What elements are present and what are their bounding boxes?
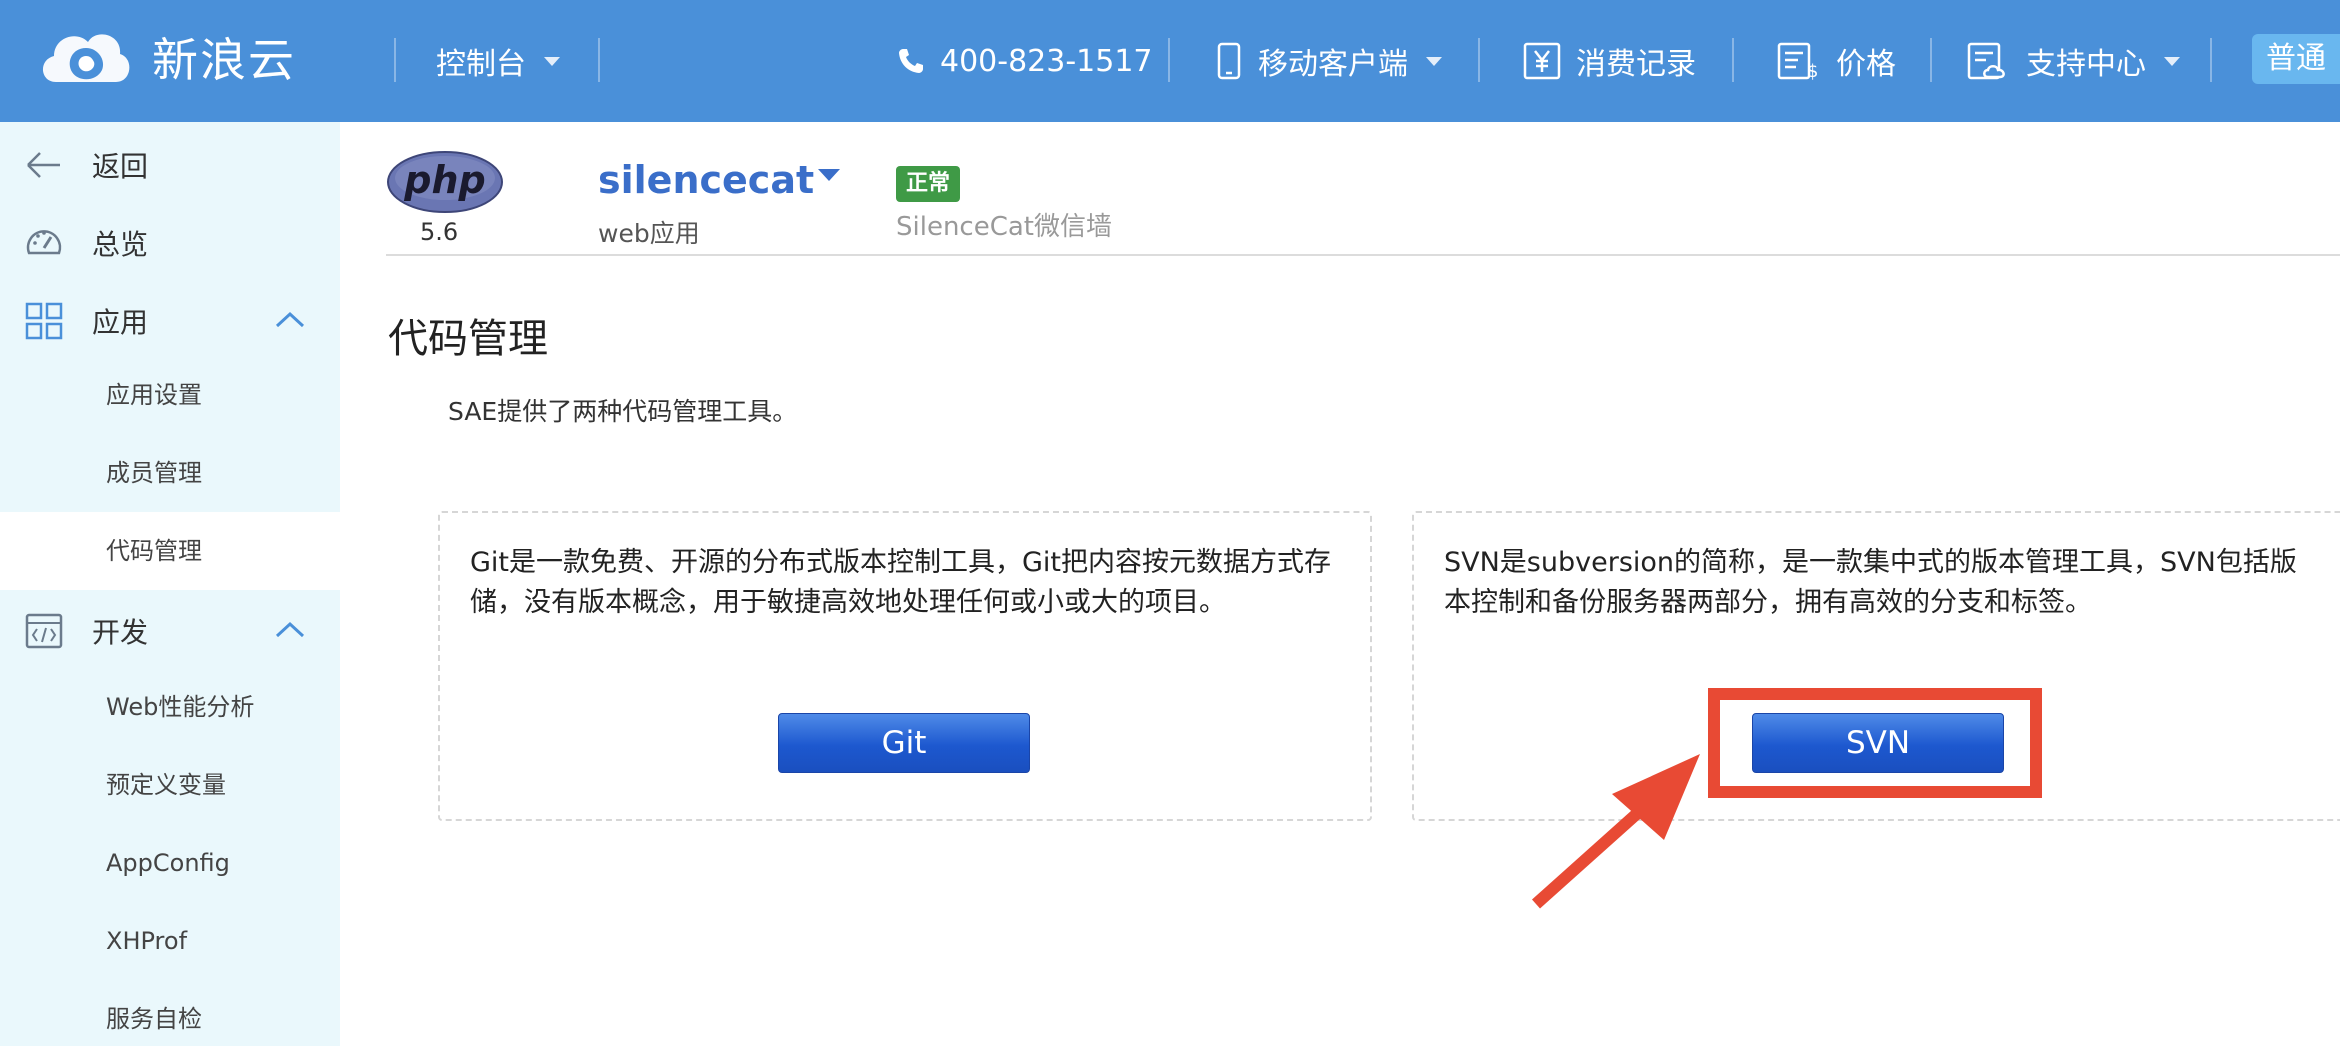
phone-hotline: 400-823-1517 (896, 0, 1153, 122)
sidebar-item-back[interactable]: 返回 (0, 126, 340, 204)
price-link[interactable]: $ 价格 (1776, 0, 1896, 122)
php-logo-icon: php (387, 151, 503, 213)
sidebar-label: 成员管理 (106, 459, 202, 487)
mobile-phone-icon (1217, 42, 1241, 80)
sidebar-item-appconfig[interactable]: AppConfig (0, 824, 340, 902)
header-divider (386, 254, 2340, 256)
intro-text: SAE提供了两种代码管理工具。 (448, 397, 798, 426)
sidebar-section-app[interactable]: 应用 (0, 282, 340, 360)
sidebar-label: 预定义变量 (106, 771, 226, 799)
billing-records-label: 消费记录 (1576, 47, 1696, 82)
support-center-dropdown[interactable]: 支持中心 (1966, 0, 2180, 122)
phone-icon (899, 49, 923, 73)
divider (1930, 38, 1932, 82)
chevron-down-icon (1426, 56, 1442, 66)
sidebar-label: 代码管理 (106, 537, 202, 565)
divider (2210, 38, 2212, 82)
sidebar-label: 开发 (92, 616, 149, 649)
sidebar-item-web-performance[interactable]: Web性能分析 (0, 668, 340, 746)
divider (1732, 38, 1734, 82)
app-description: SilenceCat微信墙 (896, 212, 1112, 242)
chevron-down-icon (2164, 56, 2180, 66)
sidebar-label: 总览 (92, 228, 149, 261)
divider (394, 38, 396, 82)
sidebar-item-predefined-vars[interactable]: 预定义变量 (0, 746, 340, 824)
php-logo-text: php (403, 158, 485, 202)
mobile-client-dropdown[interactable]: 移动客户端 (1214, 0, 1442, 122)
sidebar-item-app-settings[interactable]: 应用设置 (0, 356, 340, 434)
svn-highlight-box (1708, 688, 2042, 798)
git-description: Git是一款免费、开源的分布式版本控制工具，Git把内容按元数据方式存储，没有版… (470, 547, 1332, 618)
top-navigation-bar: 新浪云 控制台 400-823-1517 移动客户端 消费记录 $ 价格 支持中… (0, 0, 2340, 122)
sidebar-item-members[interactable]: 成员管理 (0, 434, 340, 512)
price-label: 价格 (1836, 47, 1896, 82)
svn-description: SVN是subversion的简称，是一款集中式的版本管理工具，SVN包括版本控… (1444, 547, 2297, 618)
phone-number: 400-823-1517 (940, 43, 1153, 79)
dashboard-gauge-icon (26, 230, 62, 255)
chevron-up-icon[interactable] (274, 308, 306, 332)
sidebar-section-dev[interactable]: 开发 (0, 592, 340, 670)
console-dropdown[interactable]: 控制台 (436, 0, 560, 122)
console-label: 控制台 (436, 47, 526, 82)
account-tier-badge[interactable]: 普通 (2252, 34, 2340, 84)
mobile-client-label: 移动客户端 (1258, 47, 1408, 82)
app-switcher-dropdown[interactable]: silencecat (598, 158, 841, 202)
sidebar-item-overview[interactable]: 总览 (0, 204, 340, 282)
support-center-label: 支持中心 (2026, 47, 2146, 82)
divider (1168, 38, 1170, 82)
annotation-arrow-icon (1531, 754, 1700, 909)
sidebar-label: Web性能分析 (106, 693, 255, 721)
sidebar: 返回 总览 应用 应用设置 成员管理 代码管理 开发 Web性能分析 预定义变量… (0, 122, 340, 1046)
sidebar-item-xhprof[interactable]: XHProf (0, 902, 340, 980)
sidebar-label: 应用 (92, 306, 149, 339)
svg-text:$: $ (1807, 61, 1818, 81)
sidebar-label: XHProf (106, 927, 188, 955)
sidebar-label: AppConfig (106, 849, 230, 877)
app-grid-icon (25, 302, 63, 340)
code-window-icon (25, 613, 63, 649)
caret-down-icon (818, 168, 841, 181)
brand-name[interactable]: 新浪云 (152, 30, 296, 90)
status-badge: 正常 (896, 166, 961, 202)
price-list-icon: $ (1777, 42, 1818, 81)
sidebar-label: 应用设置 (106, 381, 202, 409)
arrow-left-icon (27, 152, 60, 178)
app-name: silencecat (598, 158, 815, 202)
sidebar-item-code-management[interactable]: 代码管理 (0, 512, 340, 590)
billing-records-link[interactable]: 消费记录 (1522, 0, 1696, 122)
git-card: Git是一款免费、开源的分布式版本控制工具，Git把内容按元数据方式存储，没有版… (438, 511, 1372, 821)
sidebar-label: 服务自检 (106, 1005, 202, 1033)
page-title: 代码管理 (388, 316, 548, 362)
sina-cloud-logo-icon[interactable] (36, 22, 136, 98)
php-version: 5.6 (420, 218, 459, 246)
divider (598, 38, 600, 82)
chevron-down-icon (544, 56, 560, 66)
git-button[interactable]: Git (778, 713, 1030, 773)
chevron-up-icon[interactable] (274, 618, 306, 642)
app-type: web应用 (598, 219, 700, 248)
sidebar-item-self-check[interactable]: 服务自检 (0, 980, 340, 1058)
support-cloud-icon (1967, 42, 2005, 80)
sidebar-label: 返回 (92, 150, 149, 183)
divider (1478, 38, 1480, 82)
yuan-receipt-icon (1523, 42, 1561, 80)
